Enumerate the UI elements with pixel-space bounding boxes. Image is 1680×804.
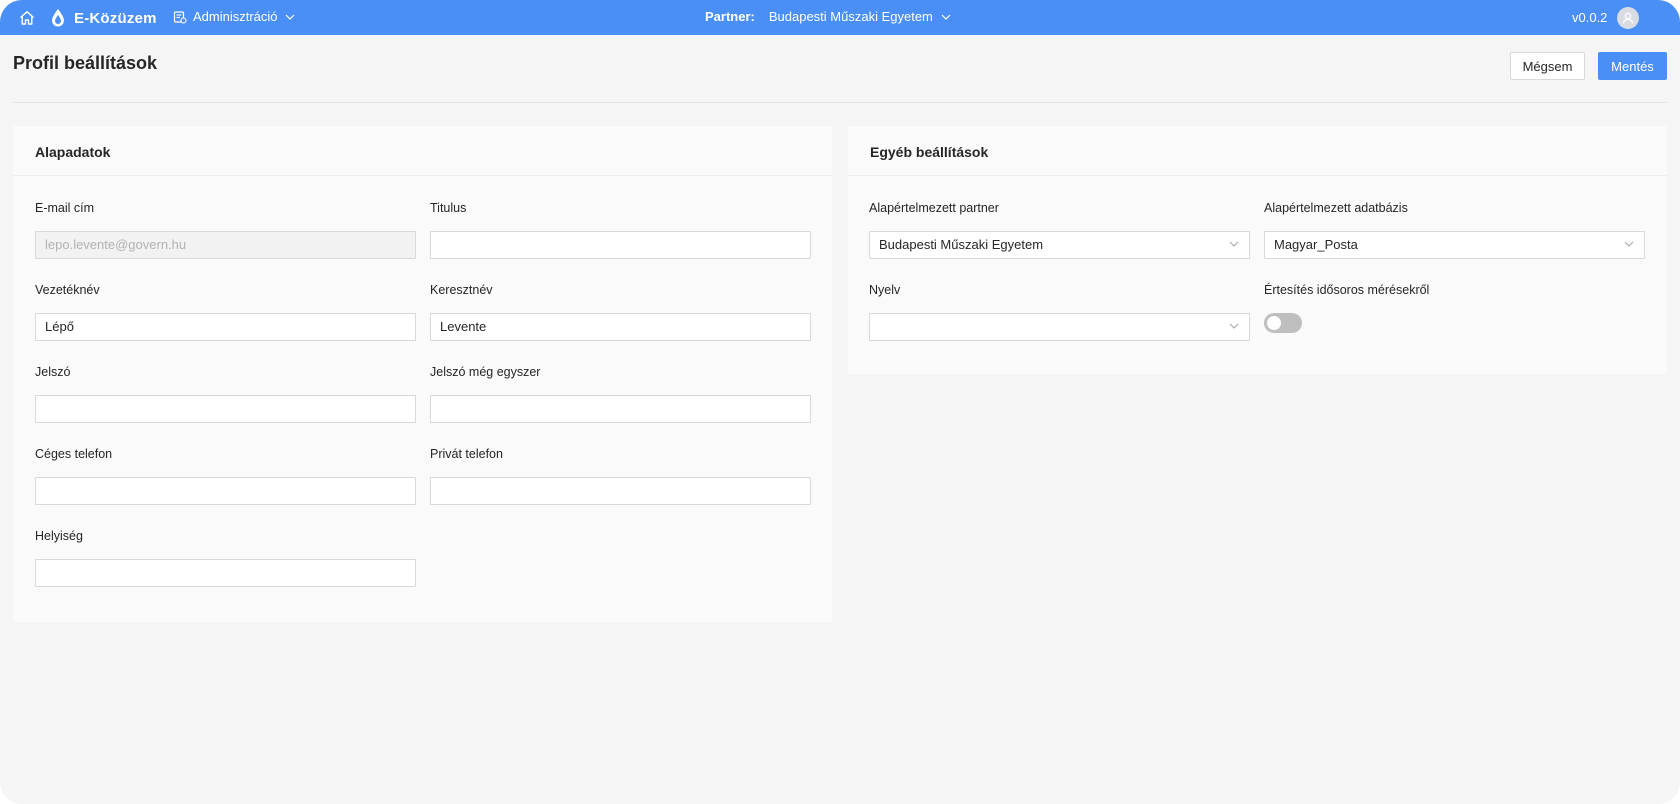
work-phone-label: Céges telefon bbox=[35, 447, 113, 461]
city-field-group: Helyiség bbox=[35, 528, 416, 587]
email-field: lepo.levente@govern.hu bbox=[35, 231, 416, 259]
language-label: Nyelv bbox=[869, 283, 901, 297]
chevron-down-icon bbox=[1624, 241, 1634, 247]
lastname-label: Vezetéknév bbox=[35, 283, 100, 297]
firstname-label: Keresztnév bbox=[430, 283, 493, 297]
default-partner-field-group: Alapértelmezett partner Budapesti Műszak… bbox=[869, 200, 1250, 259]
basic-data-title: Alapadatok bbox=[13, 126, 832, 176]
partner-label: Partner: bbox=[705, 9, 755, 24]
work-phone-input[interactable] bbox=[35, 477, 416, 505]
app-frame: E-Közüzem Adminisztráció Partner: Budape… bbox=[0, 0, 1680, 804]
partner-value: Budapesti Műszaki Egyetem bbox=[768, 9, 933, 24]
app-name: E-Közüzem bbox=[74, 9, 157, 27]
admin-menu[interactable]: Adminisztráció bbox=[173, 9, 301, 24]
email-field-group: E-mail cím lepo.levente@govern.hu bbox=[35, 200, 416, 259]
user-icon bbox=[1622, 12, 1634, 24]
firstname-field-group: Keresztnév Levente bbox=[430, 282, 811, 341]
titulus-field-group: Titulus bbox=[430, 200, 811, 259]
language-select[interactable] bbox=[869, 313, 1250, 341]
private-phone-field-group: Privát telefon bbox=[430, 446, 811, 505]
default-db-value: Magyar_Posta bbox=[1274, 237, 1358, 252]
default-db-select[interactable]: Magyar_Posta bbox=[1264, 231, 1645, 259]
partner-selector: Partner: Budapesti Műszaki Egyetem bbox=[705, 9, 951, 24]
chevron-down-icon bbox=[1229, 241, 1239, 247]
top-bar: E-Közüzem Adminisztráció Partner: Budape… bbox=[0, 0, 1680, 35]
app-version: v0.0.2 bbox=[1572, 10, 1608, 25]
private-phone-input[interactable] bbox=[430, 477, 811, 505]
app-logo[interactable]: E-Közüzem bbox=[50, 7, 157, 29]
chevron-down-icon bbox=[285, 14, 294, 20]
firstname-input[interactable]: Levente bbox=[430, 313, 811, 341]
user-avatar[interactable] bbox=[1617, 7, 1639, 29]
lastname-input[interactable]: Lépő bbox=[35, 313, 416, 341]
email-label: E-mail cím bbox=[35, 201, 95, 215]
other-settings-title: Egyéb beállítások bbox=[848, 126, 1667, 176]
notify-toggle[interactable] bbox=[1264, 313, 1302, 333]
toggle-knob bbox=[1267, 316, 1281, 330]
password-field-group: Jelszó bbox=[35, 364, 416, 423]
default-partner-select[interactable]: Budapesti Műszaki Egyetem bbox=[869, 231, 1250, 259]
home-icon[interactable] bbox=[18, 9, 36, 27]
default-partner-value: Budapesti Műszaki Egyetem bbox=[879, 237, 1044, 252]
header-divider bbox=[13, 102, 1667, 103]
page-title: Profil beállítások bbox=[13, 53, 158, 73]
default-db-field-group: Alapértelmezett adatbázis Magyar_Posta bbox=[1264, 200, 1645, 259]
password-input[interactable] bbox=[35, 395, 416, 423]
chevron-down-icon bbox=[941, 14, 951, 20]
basic-data-card: Alapadatok E-mail cím lepo.levente@gover… bbox=[13, 126, 832, 622]
partner-dropdown[interactable]: Budapesti Műszaki Egyetem bbox=[769, 9, 951, 24]
notify-field-group: Értesítés idősoros mérésekről bbox=[1264, 282, 1429, 333]
titulus-input[interactable] bbox=[430, 231, 811, 259]
chevron-down-icon bbox=[1229, 323, 1239, 329]
notify-label: Értesítés idősoros mérésekről bbox=[1264, 283, 1430, 297]
default-partner-label: Alapértelmezett partner bbox=[869, 201, 999, 215]
private-phone-label: Privát telefon bbox=[430, 447, 503, 461]
save-button[interactable]: Mentés bbox=[1598, 52, 1667, 80]
password-confirm-input[interactable] bbox=[430, 395, 811, 423]
other-settings-card: Egyéb beállítások Alapértelmezett partne… bbox=[848, 126, 1667, 374]
password-confirm-label: Jelszó még egyszer bbox=[430, 365, 541, 379]
city-label: Helyiség bbox=[35, 529, 83, 543]
cancel-button[interactable]: Mégsem bbox=[1510, 52, 1585, 80]
work-phone-field-group: Céges telefon bbox=[35, 446, 416, 505]
titulus-label: Titulus bbox=[430, 201, 467, 215]
admin-icon bbox=[173, 10, 187, 24]
admin-menu-label: Adminisztráció bbox=[193, 9, 278, 24]
city-input[interactable] bbox=[35, 559, 416, 587]
default-db-label: Alapértelmezett adatbázis bbox=[1264, 201, 1408, 215]
lastname-field-group: Vezetéknév Lépő bbox=[35, 282, 416, 341]
password-label: Jelszó bbox=[35, 365, 71, 379]
language-field-group: Nyelv bbox=[869, 282, 1250, 341]
password-confirm-field-group: Jelszó még egyszer bbox=[430, 364, 811, 423]
water-drop-icon bbox=[52, 9, 64, 27]
